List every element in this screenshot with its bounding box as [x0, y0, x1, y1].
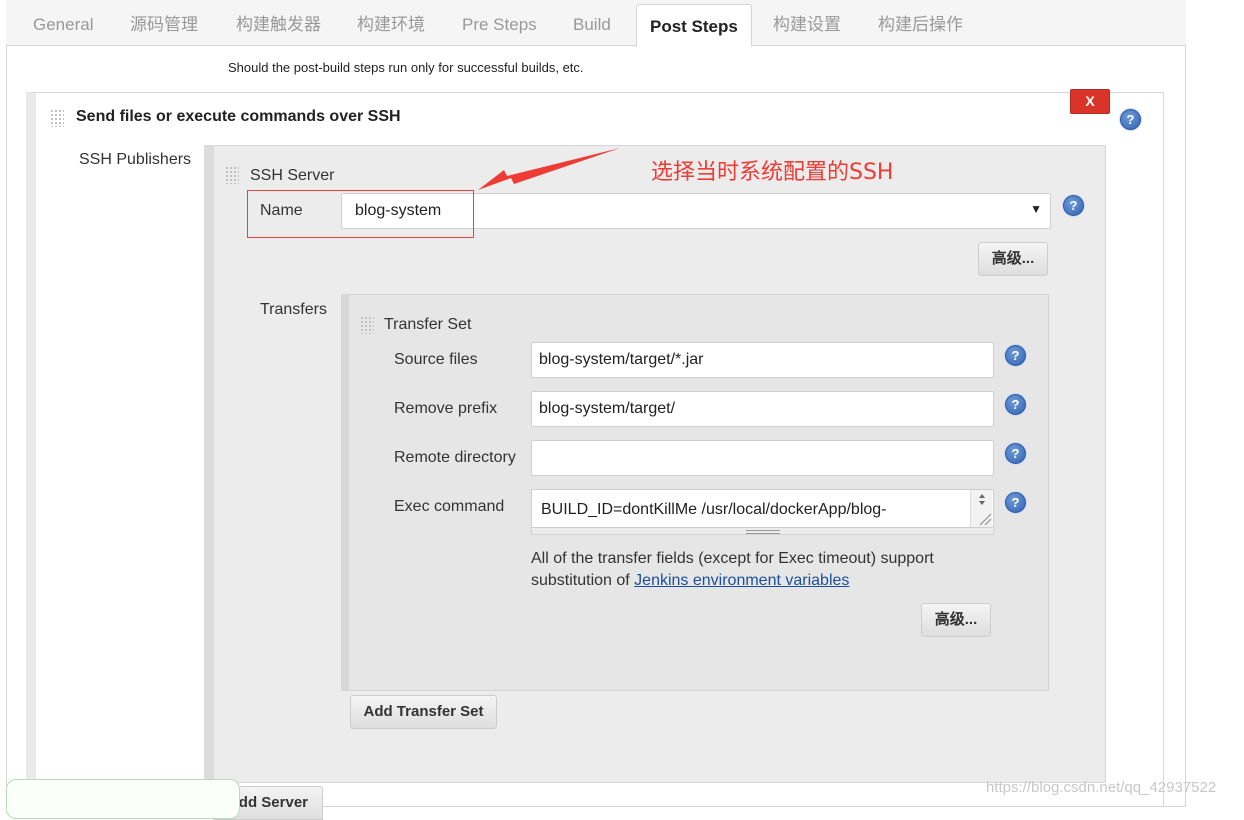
- section-tab-bar: General 源码管理 构建触发器 构建环境 Pre Steps Build …: [6, 0, 1186, 47]
- tab-build-triggers[interactable]: 构建触发器: [236, 0, 321, 46]
- transfer-set-title: Transfer Set: [384, 316, 472, 333]
- name-label: Name: [260, 202, 303, 219]
- server-advanced-button[interactable]: 高级...: [978, 242, 1048, 276]
- exec-command-help-icon[interactable]: ?: [1005, 492, 1026, 513]
- description-line-2: substitution of Jenkins environment vari…: [531, 570, 934, 592]
- server-name-help-icon[interactable]: ?: [1063, 195, 1084, 216]
- transfer-fields-description: All of the transfer fields (except for E…: [531, 548, 934, 592]
- remote-directory-help-icon[interactable]: ?: [1005, 443, 1026, 464]
- section-title: Send files or execute commands over SSH: [76, 108, 401, 125]
- source-files-label: Source files: [394, 351, 478, 368]
- post-steps-hint: Should the post-build steps run only for…: [228, 60, 584, 75]
- annotation-arrow-icon: [478, 148, 620, 190]
- scroll-arrows-icon: [979, 494, 992, 526]
- tab-build[interactable]: Build: [573, 0, 611, 46]
- remove-prefix-help-icon[interactable]: ?: [1005, 394, 1026, 415]
- exec-command-label: Exec command: [394, 498, 505, 515]
- add-transfer-set-button[interactable]: Add Transfer Set: [350, 695, 497, 729]
- dropdown-caret-icon: ▼: [1030, 202, 1042, 216]
- textarea-resize-handle[interactable]: [531, 528, 994, 535]
- exec-command-textarea[interactable]: BUILD_ID=dontKillMe /usr/local/dockerApp…: [531, 489, 994, 528]
- remote-directory-label: Remote directory: [394, 449, 516, 466]
- tab-post-build-actions[interactable]: 构建后操作: [878, 0, 963, 46]
- source-files-help-icon[interactable]: ?: [1005, 345, 1026, 366]
- section-help-icon[interactable]: ?: [1120, 109, 1141, 130]
- remove-prefix-input[interactable]: blog-system/target/: [531, 391, 994, 427]
- transfer-advanced-button[interactable]: 高级...: [921, 603, 991, 637]
- remove-prefix-label: Remove prefix: [394, 400, 498, 417]
- server-drag-handle[interactable]: [225, 166, 239, 184]
- source-files-input[interactable]: blog-system/target/*.jar: [531, 342, 994, 378]
- tab-source-control[interactable]: 源码管理: [130, 0, 198, 46]
- transfer-set-drag-handle[interactable]: [360, 316, 374, 334]
- tab-build-settings[interactable]: 构建设置: [773, 0, 841, 46]
- tab-pre-steps[interactable]: Pre Steps: [462, 0, 537, 46]
- watermark: https://blog.csdn.net/qq_42937522: [986, 779, 1217, 796]
- jenkins-env-vars-link[interactable]: Jenkins environment variables: [634, 572, 849, 589]
- selected-server-value: blog-system: [355, 202, 442, 219]
- transfers-label: Transfers: [260, 301, 327, 318]
- annotation-text: 选择当时系统配置的SSH: [651, 160, 894, 185]
- description-prefix: substitution of: [531, 572, 635, 589]
- ssh-server-title: SSH Server: [250, 167, 335, 184]
- tab-build-environment[interactable]: 构建环境: [357, 0, 425, 46]
- tab-post-steps[interactable]: Post Steps: [636, 4, 752, 47]
- tab-general[interactable]: General: [33, 0, 93, 46]
- ssh-publishers-label: SSH Publishers: [79, 151, 192, 168]
- overlay-panel: [6, 779, 240, 819]
- remote-directory-input[interactable]: [531, 440, 994, 476]
- delete-step-button[interactable]: X: [1070, 89, 1110, 114]
- description-line-1: All of the transfer fields (except for E…: [531, 550, 934, 567]
- ssh-server-name-select[interactable]: blog-system ▼: [341, 193, 1051, 229]
- textarea-scrollbar[interactable]: [970, 490, 992, 527]
- section-drag-handle[interactable]: [50, 109, 64, 127]
